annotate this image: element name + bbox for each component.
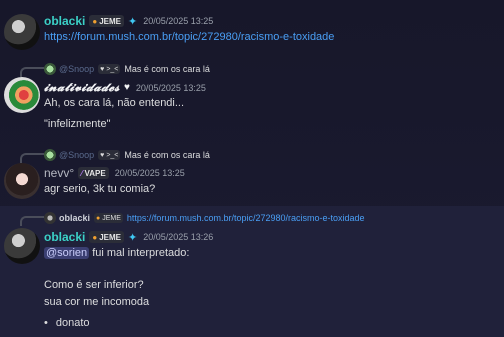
reply-preview[interactable]: @Snoop ♥ >_< Mas é com os cara lá xyxy=(44,63,210,75)
avatar xyxy=(44,149,56,161)
guild-tag-label: >_< xyxy=(106,151,119,159)
message-text: "infelizmente" xyxy=(44,118,111,130)
guild-tag: ● JEME xyxy=(94,213,123,223)
reply-preview[interactable]: oblacki ● JEME https://forum.mush.com.br/… xyxy=(44,212,365,224)
message-text: agr serio, 3k tu comia? xyxy=(44,183,156,195)
reply-author[interactable]: @Snoop xyxy=(59,150,94,160)
reply-author[interactable]: @Snoop xyxy=(59,64,94,74)
reply-connector xyxy=(20,216,44,226)
reply-author[interactable]: oblacki xyxy=(59,213,90,223)
user-mention[interactable]: @sorien xyxy=(44,247,90,259)
guild-tag-label: JEME xyxy=(99,16,121,26)
username[interactable]: oblacki xyxy=(44,230,85,244)
username[interactable]: 𝓲𝓷𝓪𝓽𝓲𝓿𝓲𝓭𝓪𝓭𝓮𝓼 xyxy=(44,80,120,95)
username[interactable]: oblacki xyxy=(44,14,85,28)
guild-tag[interactable]: ⁄ VAPE xyxy=(78,167,109,179)
message-4: oblacki ● JEME https://forum.mush.com.br/… xyxy=(0,206,504,337)
message-2: @Snoop ♥ >_< Mas é com os cara lá 𝓲𝓷𝓪𝓽𝓲𝓿𝓲… xyxy=(0,56,504,140)
message-header: oblacki ● JEME ✦ 20/05/2025 13:26 xyxy=(44,230,213,244)
username[interactable]: nevv° xyxy=(44,166,74,180)
list-item: donato xyxy=(44,317,90,329)
guild-tag-label: JEME xyxy=(99,232,121,242)
list-item-text: donato xyxy=(55,317,90,329)
guild-tag[interactable]: ● JEME xyxy=(89,231,124,243)
avatar[interactable] xyxy=(4,163,40,199)
star-icon[interactable]: ✦ xyxy=(128,15,137,28)
message-link[interactable]: https://forum.mush.com.br/topic/272980/r… xyxy=(44,31,334,43)
heart-icon: ♥ xyxy=(100,151,105,159)
avatar[interactable] xyxy=(4,14,40,50)
pig-face-icon: ● xyxy=(96,214,101,222)
timestamp: 20/05/2025 13:25 xyxy=(135,82,206,93)
reply-text: Mas é com os cara lá xyxy=(124,150,210,160)
message-text: sua cor me incomoda xyxy=(44,296,150,308)
timestamp: 20/05/2025 13:26 xyxy=(143,232,214,242)
message-header: oblacki ● JEME ✦ 20/05/2025 13:25 xyxy=(44,14,213,28)
message-3: @Snoop ♥ >_< Mas é com os cara lá nevv° ⁄… xyxy=(0,142,504,204)
timestamp: 20/05/2025 13:25 xyxy=(143,16,214,26)
guild-tag-label: >_< xyxy=(106,65,119,73)
guild-tag-label: VAPE xyxy=(84,168,106,178)
message-1: oblacki ● JEME ✦ 20/05/2025 13:25 https:/… xyxy=(0,0,504,50)
reply-connector xyxy=(20,67,44,77)
message-text: Ah, os cara lá, não entendi... xyxy=(44,97,185,109)
avatar xyxy=(44,212,56,224)
avatar xyxy=(44,63,56,75)
pig-face-icon: ● xyxy=(92,232,98,242)
guild-tag: ♥ >_< xyxy=(98,150,121,160)
vape-icon: ⁄ xyxy=(81,168,83,178)
message-text: Como é ser inferior? xyxy=(44,279,144,291)
guild-tag-label: JEME xyxy=(102,214,121,222)
message-text-fragment: fui mal interpretado: xyxy=(92,247,190,259)
timestamp: 20/05/2025 13:25 xyxy=(114,168,185,178)
reply-preview[interactable]: @Snoop ♥ >_< Mas é com os cara lá xyxy=(44,149,210,161)
heart-icon: ♥ xyxy=(123,82,130,93)
message-header: nevv° ⁄ VAPE 20/05/2025 13:25 xyxy=(44,166,185,180)
avatar[interactable] xyxy=(4,77,40,113)
reply-text: Mas é com os cara lá xyxy=(124,64,210,74)
star-icon[interactable]: ✦ xyxy=(128,231,137,244)
reply-link[interactable]: https://forum.mush.com.br/topic/272980/r… xyxy=(127,213,365,223)
reply-connector xyxy=(20,153,44,163)
message-header: 𝓲𝓷𝓪𝓽𝓲𝓿𝓲𝓭𝓪𝓭𝓮𝓼 ♥ 20/05/2025 13:25 xyxy=(44,80,206,95)
pig-face-icon: ● xyxy=(92,16,98,26)
message-text: @sorien fui mal interpretado: xyxy=(44,247,189,259)
heart-icon: ♥ xyxy=(100,65,105,73)
guild-tag[interactable]: ● JEME xyxy=(89,15,124,27)
guild-tag: ♥ >_< xyxy=(98,64,121,74)
avatar[interactable] xyxy=(4,228,40,264)
